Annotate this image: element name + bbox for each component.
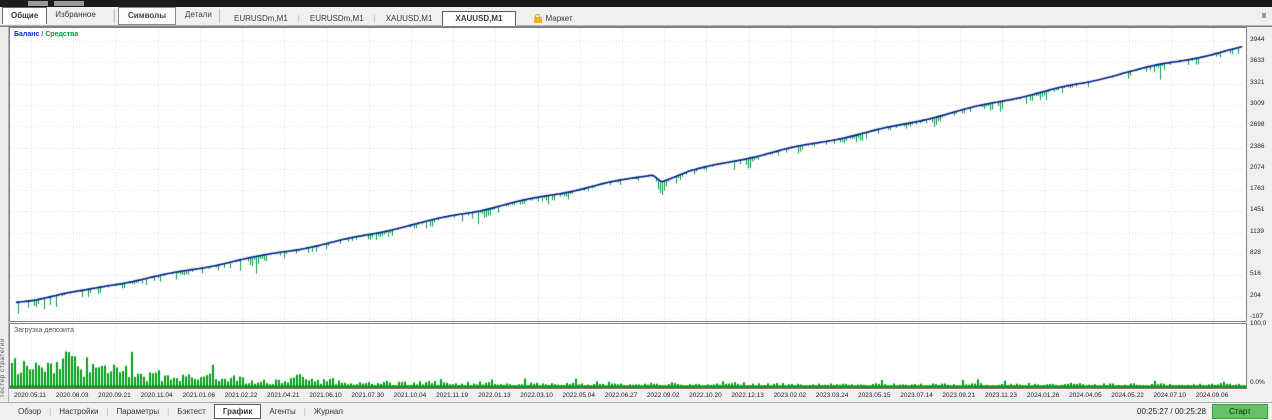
date-label: 2022.05.04 — [563, 392, 596, 399]
separator — [219, 9, 220, 23]
y-axis-label: 1763 — [1250, 185, 1264, 192]
y-axis-label: 3944 — [1250, 36, 1264, 43]
panel-tab-Детали[interactable]: Детали — [176, 7, 221, 25]
date-label: 2024.04.05 — [1069, 392, 1102, 399]
chart-tabs: EURUSDm,M1|EURUSDm,M1|XAUUSD,M1XAUUSD,M1… — [224, 10, 573, 26]
y-axis-label: 2386 — [1250, 143, 1264, 150]
y-axis-label: 2698 — [1250, 121, 1264, 128]
tester-tab-График[interactable]: График — [214, 404, 262, 419]
start-button[interactable]: Старт — [1212, 404, 1268, 419]
date-label: 2021.02.22 — [225, 392, 258, 399]
chart-legend: Баланс / Средства — [14, 31, 78, 38]
date-label: 2021.10.04 — [394, 392, 427, 399]
tester-vertical-caption: Тестер стратегий — [0, 338, 6, 398]
date-label: 2020.11.04 — [141, 392, 173, 399]
top-tab-row: ОбщиеИзбранное СимволыДетали EURUSDm,M1|… — [0, 7, 1272, 26]
separator — [114, 9, 115, 23]
strategy-tester-panel: Тестер стратегий Баланс / Средства Загру… — [0, 26, 1272, 419]
tester-tab-Параметры[interactable]: Параметры — [109, 405, 168, 418]
tester-tab-Агенты[interactable]: Агенты — [261, 405, 303, 418]
date-label: 2024.01.26 — [1027, 392, 1060, 399]
date-label: 2021.06.10 — [309, 392, 342, 399]
legend-balance: Баланс — [14, 31, 39, 38]
market-label: Маркет — [546, 14, 573, 23]
chart-tab-XAUUSD,M1[interactable]: XAUUSD,M1 — [376, 12, 443, 25]
window-tab-Общие[interactable]: Общие — [2, 7, 47, 24]
chart-tab-EURUSDm,M1[interactable]: EURUSDm,M1 — [300, 12, 374, 25]
window-tabs: ОбщиеИзбранное — [2, 7, 104, 24]
date-label: 2022.06.27 — [605, 392, 638, 399]
overflow-icon[interactable] — [1262, 13, 1266, 18]
deposit-load-label: Загрузка депозита — [14, 327, 74, 334]
chart-tab-XAUUSD,M1[interactable]: XAUUSD,M1 — [442, 11, 515, 26]
date-label: 2023.05.15 — [858, 392, 891, 399]
date-label: 2023.09.21 — [942, 392, 975, 399]
load-axis-label: 100.0 — [1250, 320, 1266, 327]
market-tab[interactable]: Маркет — [534, 14, 573, 23]
titlebar-mark — [54, 1, 84, 6]
tester-tabs: Обзор|Настройки|Параметры|БэктестГрафикА… — [10, 403, 351, 420]
balance-chart[interactable] — [9, 27, 1247, 321]
date-label: 2023.02.02 — [774, 392, 807, 399]
date-label: 2023.03.24 — [816, 392, 849, 399]
chart-zone — [9, 27, 1247, 388]
deposit-load-chart[interactable] — [9, 324, 1247, 388]
y-axis-label: 1451 — [1250, 206, 1264, 213]
date-label: 2021.11.19 — [436, 392, 468, 399]
date-label: 2021.07.30 — [351, 392, 384, 399]
date-label: 2024.05.22 — [1111, 392, 1144, 399]
tester-tab-Обзор[interactable]: Обзор — [10, 405, 49, 418]
date-label: 2022.01.13 — [478, 392, 511, 399]
panel-tab-Символы[interactable]: Символы — [118, 7, 176, 25]
tester-tab-bar: Обзор|Настройки|Параметры|БэктестГрафикА… — [0, 402, 1272, 420]
tester-tab-Журнал[interactable]: Журнал — [306, 405, 351, 418]
date-label: 2022.10.20 — [689, 392, 722, 399]
panel-tabs: СимволыДетали — [118, 7, 221, 25]
date-label: 2022.12.13 — [731, 392, 764, 399]
y-axis-label: 516 — [1250, 270, 1261, 277]
date-label: 2022.09.02 — [647, 392, 680, 399]
y-axis-label: 204 — [1250, 292, 1261, 299]
y-axis-label: 3321 — [1250, 79, 1264, 86]
tester-tab-Бэктест[interactable]: Бэктест — [169, 405, 214, 418]
y-axis-label: -107 — [1250, 313, 1263, 320]
window-tab-Избранное[interactable]: Избранное — [47, 7, 104, 24]
date-label: 2023.11.23 — [985, 392, 1017, 399]
y-axis-label: 1139 — [1250, 228, 1264, 235]
chart-tab-EURUSDm,M1[interactable]: EURUSDm,M1 — [224, 12, 298, 25]
date-label: 2023.07.14 — [900, 392, 933, 399]
date-label: 2024.07.10 — [1154, 392, 1187, 399]
tester-tab-Настройки[interactable]: Настройки — [51, 405, 106, 418]
y-axis-label: 3633 — [1250, 57, 1264, 64]
titlebar-mark — [28, 1, 48, 6]
date-label: 2022.03.10 — [520, 392, 553, 399]
date-label: 2021.04.21 — [267, 392, 300, 399]
legend-equity: Средства — [45, 31, 78, 38]
y-axis-label: 3009 — [1250, 100, 1264, 107]
date-label: 2021.01.06 — [183, 392, 216, 399]
tester-dock-strip[interactable]: Тестер стратегий — [0, 27, 9, 402]
date-label: 2024.09.06 — [1196, 392, 1229, 399]
date-label: 2020.09.21 — [98, 392, 131, 399]
load-axis-label: 0.0% — [1250, 379, 1265, 386]
lock-icon — [534, 14, 542, 23]
progress-time: 00:25:27 / 00:25:28 — [1137, 407, 1206, 416]
date-axis: 2020.05.11 2020.08.03 2020.09.21 2020.11.04… — [9, 388, 1247, 401]
y-axis-label: 2074 — [1250, 164, 1264, 171]
title-strip — [0, 0, 1272, 7]
date-label: 2020.08.03 — [56, 392, 89, 399]
value-axis: 3944 3633 3321 3009 2698 2386 2074 1763 1451 1139… — [1247, 27, 1272, 388]
y-axis-label: 828 — [1250, 249, 1261, 256]
date-label: 2020.05.11 — [14, 392, 46, 399]
